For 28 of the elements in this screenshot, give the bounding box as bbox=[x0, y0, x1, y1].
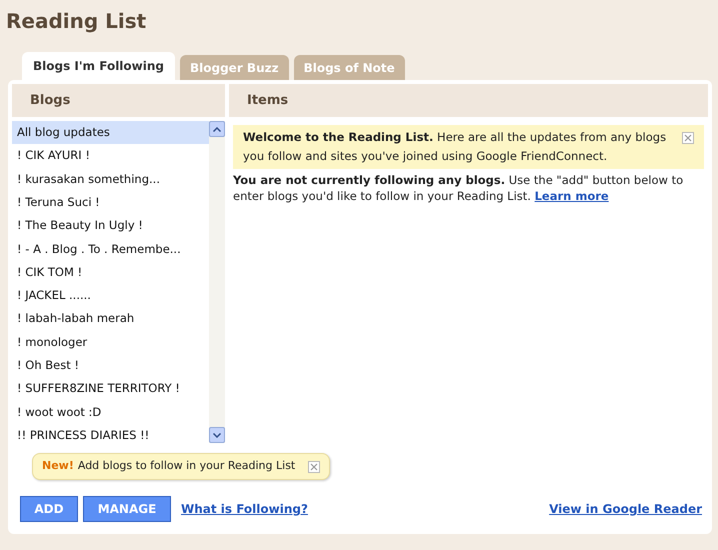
blog-list-item[interactable]: ! Oh Best ! bbox=[12, 354, 209, 378]
welcome-text: Welcome to the Reading List. Here are all the updates from any blogs you follow and sites you've joined using Google FriendConnect. bbox=[243, 129, 668, 165]
learn-more-link[interactable]: Learn more bbox=[534, 189, 609, 203]
tab[interactable]: Blogs I'm Following bbox=[22, 52, 175, 80]
close-icon[interactable] bbox=[682, 132, 694, 144]
blog-list-item[interactable]: All blog updates bbox=[12, 121, 209, 144]
google-reader-link[interactable]: View in Google Reader bbox=[549, 500, 702, 518]
blog-list-item[interactable]: ! JACKEL ...... bbox=[12, 284, 209, 308]
blog-list-item[interactable]: ! CIK TOM ! bbox=[12, 260, 209, 284]
tip-text: Add blogs to follow in your Reading List bbox=[78, 458, 296, 474]
new-label: New! bbox=[42, 458, 74, 474]
blog-list-item[interactable]: ! SUFFER8ZINE TERRITORY ! bbox=[12, 377, 209, 401]
scrollbar[interactable] bbox=[209, 121, 225, 443]
blog-list-item[interactable]: ! The Beauty In Ugly ! bbox=[12, 214, 209, 238]
blog-list-item[interactable]: ! - A . Blog . To . Remembe... bbox=[12, 237, 209, 261]
what-is-following-link[interactable]: What is Following? bbox=[181, 500, 308, 518]
blog-list-item[interactable]: ! kurasakan something... bbox=[12, 168, 209, 191]
blog-list-item[interactable]: ! monologer bbox=[12, 330, 209, 354]
blog-list-item[interactable]: !! PRINCESS DIARIES !! bbox=[12, 424, 209, 443]
blog-list-item[interactable]: ! woot woot :D bbox=[12, 400, 209, 424]
page-title: Reading List bbox=[6, 8, 148, 34]
blog-list-item[interactable]: ! Teruna Suci ! bbox=[12, 190, 209, 214]
column-header: Items bbox=[229, 84, 708, 117]
notice-text: You are not currently following any blogs. Use the "add" button below to enter blogs you'd like to follow in your Reading List. Learn more bbox=[233, 172, 684, 204]
blog-list-item[interactable]: ! CIK AYURI ! bbox=[12, 144, 209, 168]
column-header: Blogs bbox=[12, 84, 225, 117]
close-icon[interactable] bbox=[308, 460, 320, 472]
blog-list-item[interactable]: ! labah-labah merah bbox=[12, 307, 209, 331]
